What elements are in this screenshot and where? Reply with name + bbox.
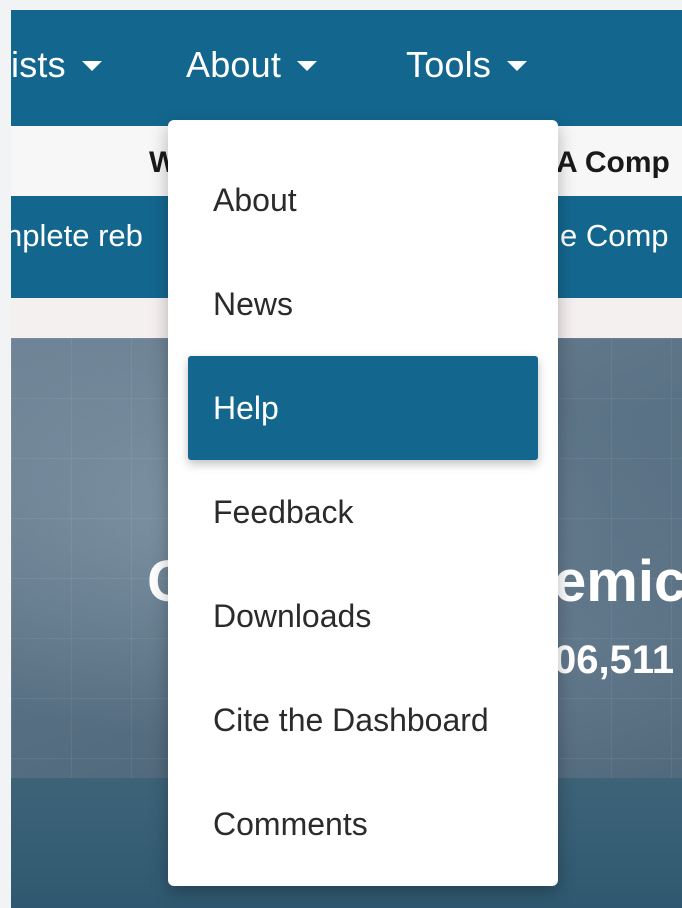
- top-navbar: ists About Tools: [11, 10, 682, 126]
- hero-title-right: emic: [554, 549, 682, 614]
- caret-down-icon: [297, 61, 318, 71]
- nav-label: ists: [11, 44, 66, 85]
- nav-about-menu[interactable]: About: [186, 44, 318, 86]
- menu-item-help[interactable]: Help: [188, 356, 538, 460]
- menu-item-news[interactable]: News: [188, 252, 538, 356]
- menu-item-comments[interactable]: Comments: [188, 772, 538, 876]
- about-dropdown-menu: About News Help Feedback Downloads Cite …: [168, 120, 558, 886]
- menu-item-cite-dashboard[interactable]: Cite the Dashboard: [188, 668, 538, 772]
- hero-count: 06,511: [554, 638, 675, 682]
- caret-down-icon: [507, 61, 528, 71]
- menu-item-downloads[interactable]: Downloads: [188, 564, 538, 668]
- nav-label: Tools: [406, 44, 492, 85]
- menu-item-about[interactable]: About: [188, 148, 538, 252]
- caret-down-icon: [81, 61, 102, 71]
- announcement-text-right: e Comp: [560, 218, 669, 253]
- nav-lists-menu[interactable]: ists: [11, 44, 102, 86]
- page: ists About Tools W A Comp nplete reb e C…: [11, 10, 682, 908]
- nav-label: About: [186, 44, 282, 85]
- nav-tools-menu[interactable]: Tools: [406, 44, 528, 86]
- banner-text-right: A Comp: [556, 146, 670, 179]
- menu-item-feedback[interactable]: Feedback: [188, 460, 538, 564]
- announcement-text-left: nplete reb: [11, 218, 143, 253]
